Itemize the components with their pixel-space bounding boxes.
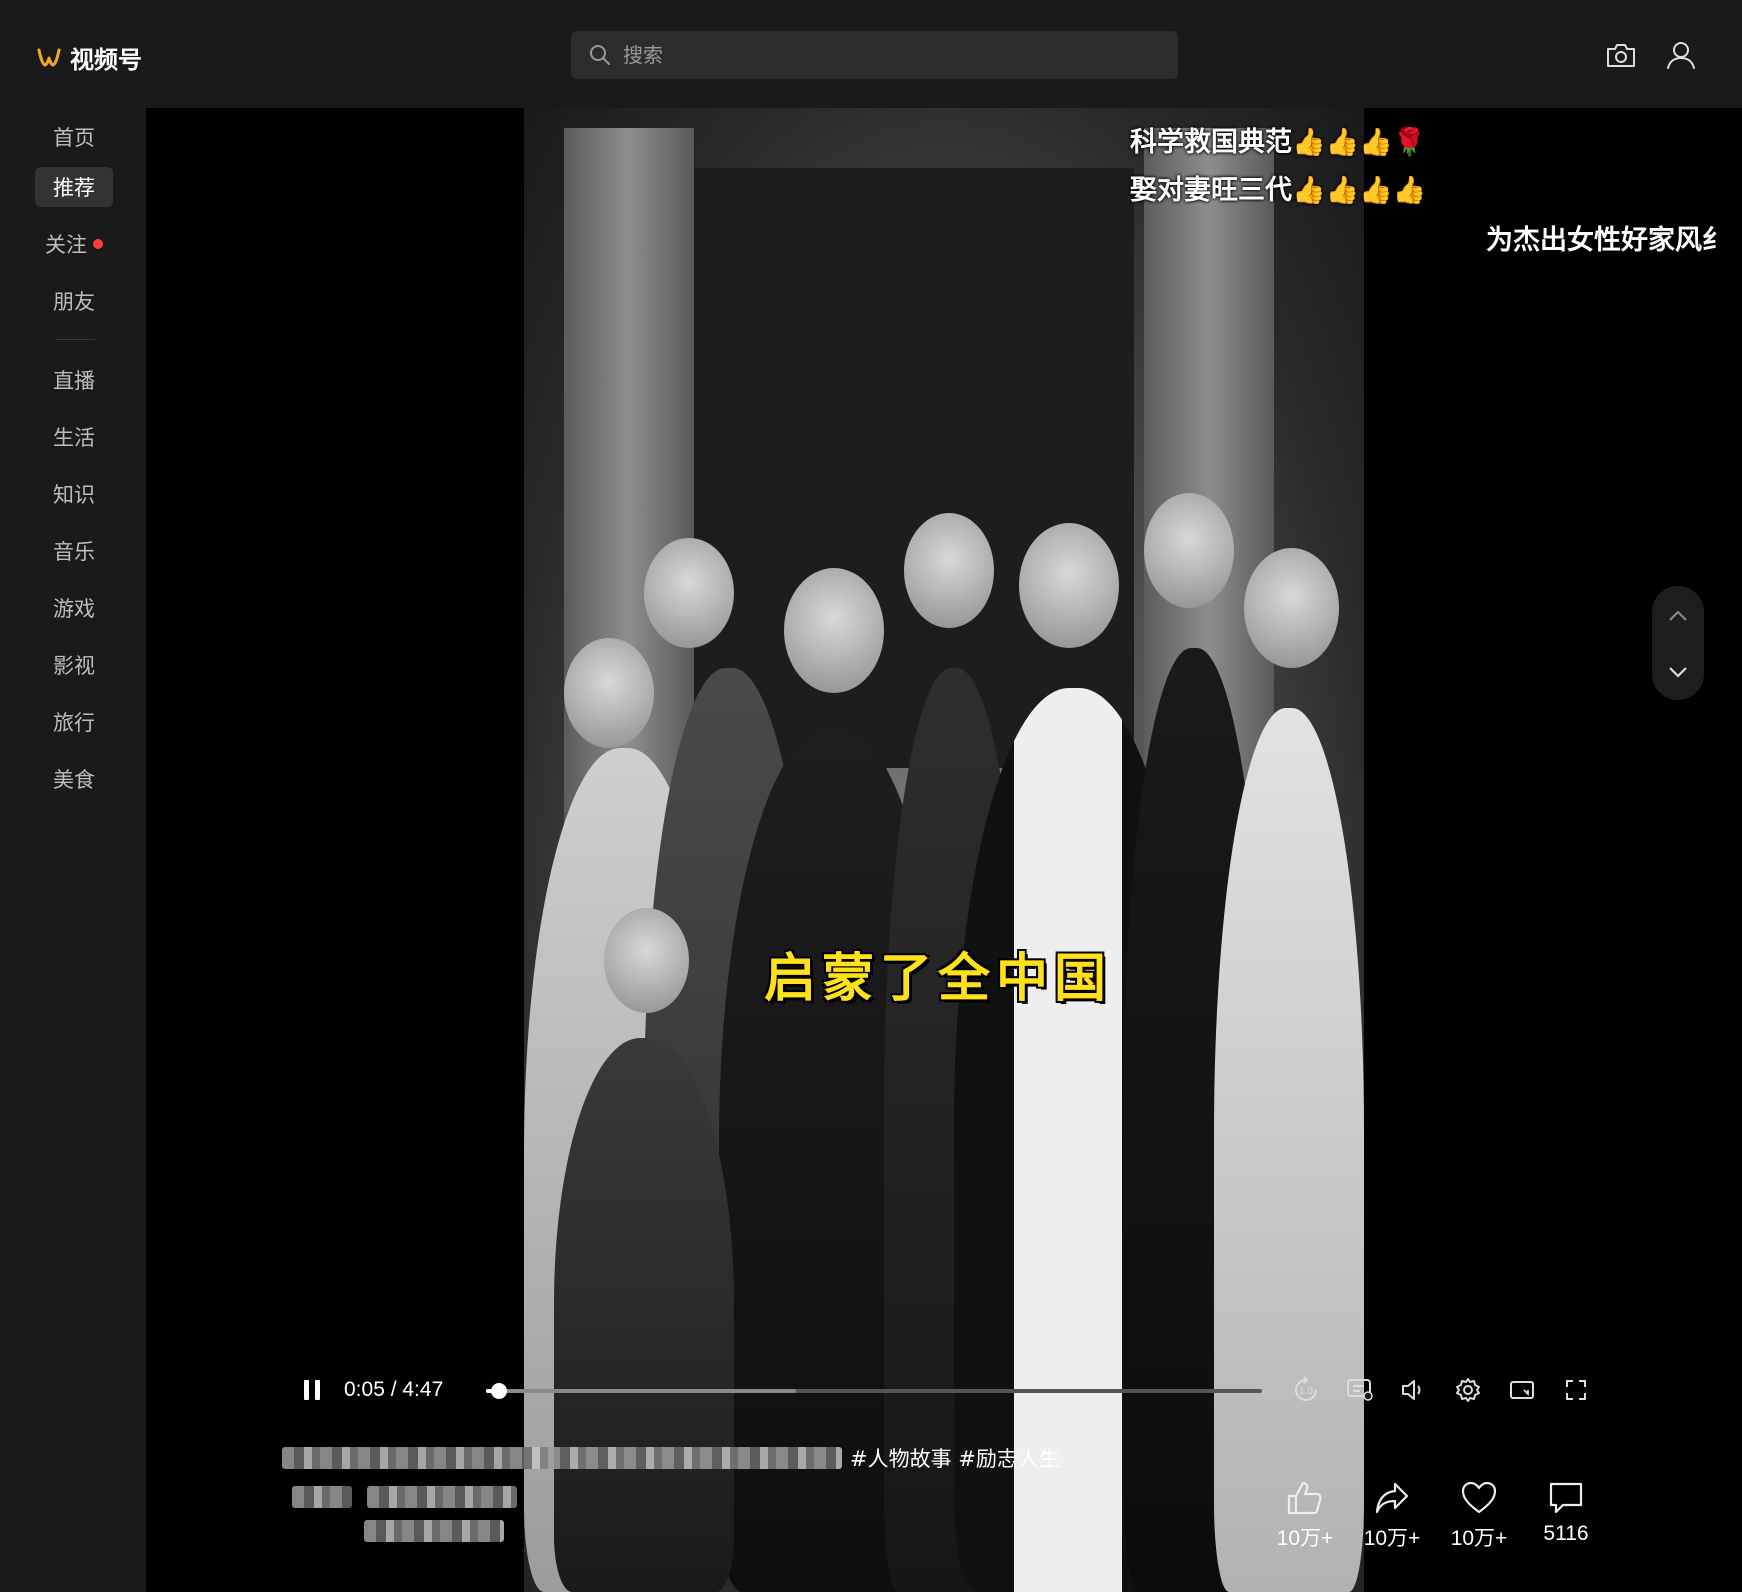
author-info[interactable] [292, 1486, 518, 1546]
previous-video-button[interactable] [1664, 602, 1692, 630]
search-bar[interactable] [571, 31, 1178, 79]
building-doorway [694, 168, 1134, 768]
sidebar-item-travel[interactable]: 旅行 [35, 702, 113, 742]
figure-head [784, 568, 884, 693]
mini-player-icon[interactable] [1506, 1374, 1538, 1406]
figure-child [554, 1038, 734, 1592]
pause-button[interactable] [298, 1376, 326, 1404]
blurred-description-text [282, 1447, 842, 1469]
favorite-count: 10万+ [1450, 1527, 1508, 1550]
sidebar-item-food[interactable]: 美食 [35, 759, 113, 799]
sidebar-item-label: 首页 [53, 126, 95, 150]
sidebar-item-follow[interactable]: 关注 [35, 224, 113, 264]
feed-navigation [1652, 586, 1704, 700]
blurred-author-name [367, 1486, 518, 1508]
sidebar-item-label: 推荐 [53, 176, 95, 200]
svg-text:1.0: 1.0 [1299, 1387, 1314, 1397]
blurred-author-meta [364, 1520, 504, 1542]
butterfly-logo-icon [37, 48, 61, 66]
share-count: 10万+ [1363, 1527, 1421, 1550]
sidebar-item-life[interactable]: 生活 [35, 417, 113, 457]
figure-head [1244, 548, 1339, 668]
overlay-caption-1: 科学救国典范👍👍👍🌹 [1130, 127, 1427, 158]
video-description: #人物故事 #励志人生 [282, 1442, 1060, 1474]
video-subtitle: 启蒙了全中国 [764, 948, 1113, 1009]
sidebar-item-label: 直播 [53, 369, 95, 393]
sidebar-item-label: 知识 [53, 483, 95, 507]
volume-icon[interactable] [1398, 1374, 1430, 1406]
sidebar-item-label: 美食 [53, 768, 95, 792]
player-controls: 0:05 / 4:47 1.0 [146, 1370, 1596, 1410]
hashtags[interactable]: #人物故事 #励志人生 [850, 1443, 1060, 1473]
comment-bubble-icon [1549, 1482, 1583, 1514]
notification-dot [93, 239, 103, 249]
sidebar-item-label: 关注 [45, 233, 87, 257]
sidebar-item-label: 朋友 [53, 290, 95, 314]
sidebar: 首页 推荐 关注 朋友 直播 生活 知识 音乐 游戏 影视 旅行 美食 [0, 108, 146, 1592]
figure-woman-right [1214, 708, 1364, 1592]
sidebar-item-film[interactable]: 影视 [35, 645, 113, 685]
thumbs-up-icon [1287, 1481, 1322, 1515]
share-arrow-icon [1375, 1482, 1409, 1514]
playback-speed-icon[interactable]: 1.0 [1290, 1374, 1322, 1406]
progress-thumb[interactable] [491, 1383, 508, 1399]
sidebar-item-label: 生活 [53, 426, 95, 450]
search-input[interactable] [623, 43, 1143, 67]
settings-gear-icon[interactable] [1452, 1374, 1484, 1406]
pause-icon [315, 1380, 320, 1400]
playback-time: 0:05 / 4:47 [344, 1378, 444, 1401]
figure-head [644, 538, 734, 648]
progress-buffered [486, 1389, 797, 1393]
sidebar-item-games[interactable]: 游戏 [35, 588, 113, 628]
fullscreen-icon[interactable] [1560, 1374, 1592, 1406]
sidebar-item-friends[interactable]: 朋友 [35, 281, 113, 321]
figure-head [904, 513, 994, 628]
chevron-up-icon [1669, 610, 1687, 621]
sidebar-item-live[interactable]: 直播 [35, 360, 113, 400]
figure-head [1019, 523, 1119, 648]
sidebar-item-label: 影视 [53, 654, 95, 678]
sidebar-item-home[interactable]: 首页 [35, 117, 113, 157]
heart-icon [1461, 1481, 1497, 1514]
user-icon[interactable] [1664, 38, 1698, 72]
pause-icon [304, 1380, 309, 1400]
favorite-button[interactable]: 10万+ [1444, 1480, 1514, 1552]
figure-head [564, 638, 654, 748]
app-logo[interactable]: 视频号 [36, 40, 142, 75]
like-button[interactable]: 10万+ [1270, 1480, 1340, 1552]
sidebar-item-label: 音乐 [53, 540, 95, 564]
blurred-author-avatar [292, 1486, 352, 1508]
sidebar-item-label: 游戏 [53, 597, 95, 621]
sidebar-item-label: 旅行 [53, 711, 95, 735]
comment-button[interactable]: 5116 [1531, 1480, 1601, 1546]
danmaku-toggle-icon[interactable] [1344, 1374, 1376, 1406]
progress-bar[interactable] [486, 1383, 1262, 1399]
sidebar-item-music[interactable]: 音乐 [35, 531, 113, 571]
danmaku-caption: 为杰出女性好家风纟 [1486, 225, 1729, 256]
search-icon [590, 45, 610, 65]
overlay-caption-2: 娶对妻旺三代👍👍👍👍 [1130, 175, 1427, 206]
like-count: 10万+ [1276, 1527, 1334, 1550]
sidebar-item-recommend[interactable]: 推荐 [35, 167, 113, 207]
sidebar-item-knowledge[interactable]: 知识 [35, 474, 113, 514]
top-bar: 视频号 [0, 0, 1742, 108]
chevron-down-icon [1669, 667, 1687, 678]
figure-head [604, 908, 689, 1013]
comment-count: 5116 [1543, 1522, 1589, 1545]
next-video-button[interactable] [1664, 658, 1692, 686]
sidebar-divider [55, 339, 95, 340]
figure-head [1144, 493, 1234, 608]
app-name: 视频号 [70, 46, 142, 74]
share-button[interactable]: 10万+ [1357, 1480, 1427, 1552]
camera-icon[interactable] [1604, 38, 1638, 72]
